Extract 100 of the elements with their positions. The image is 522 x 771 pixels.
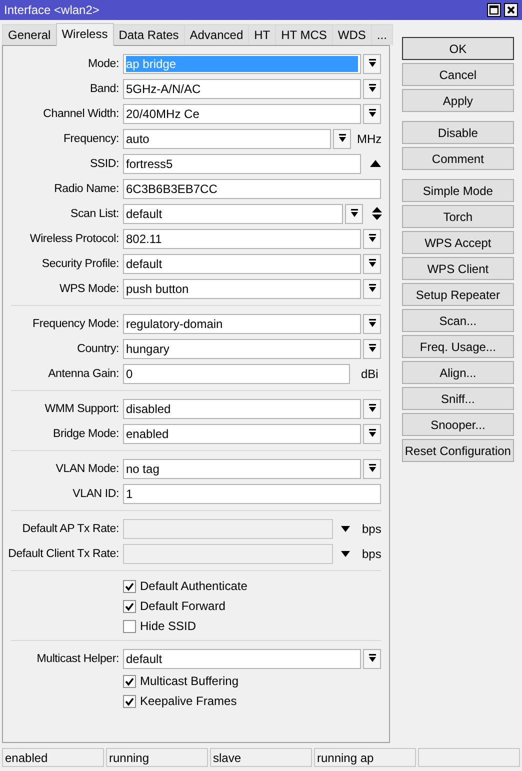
checkbox-label: Default Authenticate — [140, 579, 248, 593]
dropdown-field[interactable]: 802.11 — [123, 228, 361, 248]
dropdown-button[interactable] — [345, 204, 363, 224]
action-button[interactable]: WPS Client — [402, 257, 514, 280]
up-down-icon[interactable] — [372, 207, 382, 220]
dropdown-button[interactable] — [363, 228, 381, 248]
collapse-icon[interactable] — [370, 160, 381, 167]
checkbox[interactable] — [123, 694, 136, 708]
dropdown-button[interactable] — [363, 254, 381, 274]
checkbox-label: Multicast Buffering — [140, 674, 238, 688]
dropdown-field[interactable]: default — [123, 204, 343, 224]
dropdown-icon — [368, 404, 376, 413]
dropdown-icon[interactable] — [341, 550, 350, 556]
checkbox[interactable] — [123, 580, 136, 592]
maximize-button[interactable] — [487, 3, 501, 17]
unit-label: MHz — [357, 132, 382, 146]
status-cell: enabled — [2, 748, 104, 767]
action-button[interactable]: Freq. Usage... — [402, 335, 514, 358]
checkbox[interactable] — [123, 600, 136, 612]
dropdown-icon — [368, 654, 376, 663]
maximize-icon — [489, 5, 499, 15]
dropdown-button[interactable] — [363, 54, 381, 74]
dropdown-icon — [368, 109, 376, 118]
checkbox[interactable] — [123, 674, 136, 688]
action-button[interactable]: Reset Configuration — [402, 439, 514, 462]
dropdown-icon — [368, 319, 376, 328]
check-icon — [125, 582, 134, 590]
dropdown-field[interactable]: push button — [123, 278, 361, 298]
dropdown-field[interactable]: enabled — [123, 424, 361, 444]
dropdown-button[interactable] — [363, 424, 381, 444]
dropdown-field[interactable]: hungary — [123, 338, 361, 358]
dropdown-field[interactable]: default — [123, 648, 361, 668]
action-button[interactable]: Cancel — [402, 63, 514, 86]
dropdown-button[interactable] — [363, 338, 381, 358]
dropdown-field[interactable]: no tag — [123, 458, 361, 478]
dropdown-button[interactable] — [363, 104, 381, 124]
dropdown-field[interactable]: regulatory-domain — [123, 314, 361, 334]
dropdown-icon[interactable] — [341, 526, 350, 532]
dropdown-field[interactable]: default — [123, 254, 361, 274]
input-field[interactable]: fortress5 — [123, 154, 361, 174]
action-button[interactable]: Align... — [402, 361, 514, 384]
checkbox-label: Default Forward — [140, 599, 226, 613]
check-icon — [125, 676, 134, 686]
dropdown-button[interactable] — [333, 128, 351, 148]
field-label: VLAN ID: — [72, 488, 119, 500]
field-label: Radio Name: — [53, 182, 119, 194]
dropdown-button[interactable] — [363, 458, 381, 478]
dropdown-button[interactable] — [363, 278, 381, 298]
dropdown-icon — [368, 344, 376, 353]
status-cell: running ap — [314, 748, 416, 767]
dropdown-field[interactable]: 5GHz-A/N/AC — [123, 78, 361, 98]
tab[interactable]: General — [2, 24, 57, 45]
action-button[interactable]: WPS Accept — [402, 231, 514, 254]
field-label: Mode: — [87, 58, 119, 70]
tab[interactable]: Data Rates — [112, 24, 185, 45]
tab[interactable]: WDS — [332, 24, 372, 45]
field-label: Wireless Protocol: — [28, 232, 119, 244]
action-button[interactable]: Torch — [402, 205, 514, 228]
action-button[interactable]: OK — [402, 37, 514, 60]
dropdown-field[interactable]: 20/40MHz Ce — [123, 104, 361, 124]
field-label: Default Client Tx Rate: — [7, 548, 119, 560]
dropdown-field[interactable]: disabled — [123, 398, 361, 418]
dropdown-field[interactable]: auto — [123, 128, 331, 148]
input-field[interactable]: 0 — [123, 364, 350, 384]
dropdown-icon — [368, 429, 376, 438]
close-button[interactable] — [504, 3, 518, 17]
tab[interactable]: HT — [248, 24, 276, 45]
status-cell: running — [106, 748, 208, 767]
tab[interactable]: HT MCS — [275, 24, 333, 45]
action-button[interactable]: Simple Mode — [402, 179, 514, 202]
action-button[interactable]: Snooper... — [402, 413, 514, 436]
action-button[interactable]: Scan... — [402, 309, 514, 332]
field-label: SSID: — [88, 158, 119, 170]
action-button[interactable]: Setup Repeater — [402, 283, 514, 306]
tab[interactable]: Wireless — [56, 23, 114, 46]
check-icon — [125, 696, 134, 706]
action-button[interactable]: Disable — [402, 121, 514, 144]
dropdown-button[interactable] — [363, 78, 381, 98]
field-label: Multicast Helper: — [36, 652, 119, 664]
tab[interactable]: ... — [370, 24, 393, 45]
field-label: Band: — [88, 82, 119, 94]
input-field[interactable]: 1 — [123, 484, 381, 504]
field-label: Security Profile: — [40, 258, 119, 270]
checkbox[interactable] — [123, 620, 136, 632]
field-label: Antenna Gain: — [47, 368, 119, 380]
field-label: VLAN Mode: — [54, 462, 119, 474]
dropdown-icon — [368, 284, 376, 293]
tab[interactable]: Advanced — [184, 24, 250, 45]
dropdown-button[interactable] — [363, 648, 381, 668]
action-button[interactable]: Comment — [402, 147, 514, 170]
unit-label: bps — [362, 546, 382, 560]
action-button[interactable]: Sniff... — [402, 387, 514, 410]
dropdown-button[interactable] — [363, 314, 381, 334]
field-label: WPS Mode: — [58, 282, 119, 294]
input-field[interactable]: 6C3B6B3EB7CC — [123, 178, 381, 198]
dropdown-button[interactable] — [363, 398, 381, 418]
field-label: Channel Width: — [42, 108, 119, 120]
field-label: Default AP Tx Rate: — [21, 522, 119, 534]
dropdown-icon — [368, 259, 376, 268]
action-button[interactable]: Apply — [402, 89, 514, 112]
